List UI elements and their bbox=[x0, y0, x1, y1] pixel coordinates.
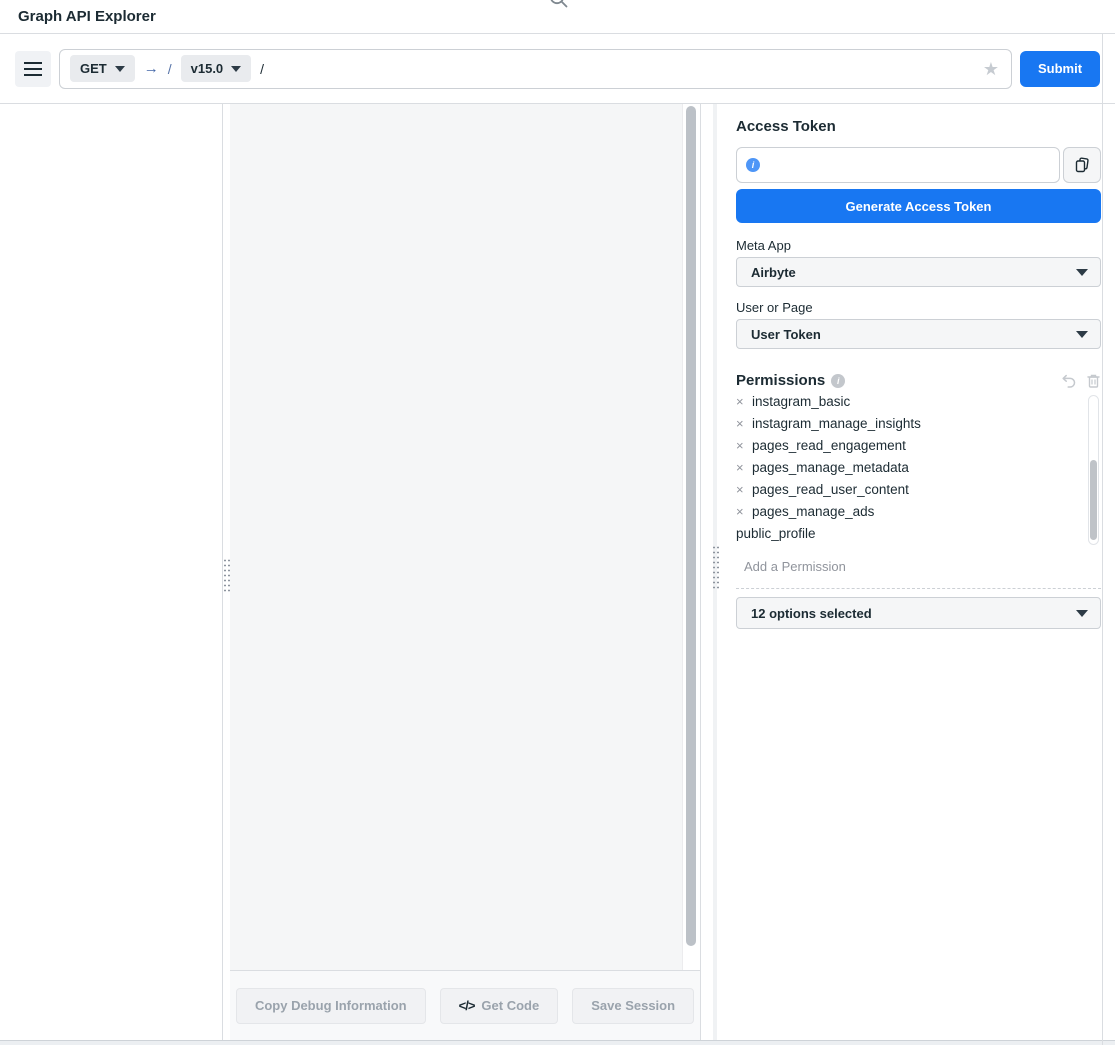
fields-panel bbox=[0, 104, 223, 1040]
copy-debug-label: Copy Debug Information bbox=[255, 998, 407, 1013]
copy-debug-button[interactable]: Copy Debug Information bbox=[236, 988, 426, 1024]
hamburger-icon bbox=[24, 62, 42, 64]
permission-item: × instagram_basic bbox=[736, 395, 1101, 413]
drag-handle-icon[interactable] bbox=[712, 545, 719, 591]
permission-item: × pages_manage_metadata bbox=[736, 457, 1101, 479]
response-scrollbar[interactable] bbox=[682, 104, 700, 970]
user-or-page-value: User Token bbox=[751, 327, 1076, 342]
remove-permission-icon[interactable]: × bbox=[736, 395, 746, 413]
request-path[interactable]: / bbox=[260, 61, 264, 77]
undo-permissions-button[interactable] bbox=[1061, 373, 1077, 389]
left-panel-resizer[interactable] bbox=[223, 104, 230, 1040]
permissions-scrollbar[interactable] bbox=[1088, 395, 1099, 545]
session-footer: Copy Debug Information </> Get Code Save… bbox=[230, 970, 700, 1040]
get-code-button[interactable]: </> Get Code bbox=[440, 988, 559, 1024]
request-bar[interactable]: GET → / v15.0 / ★ bbox=[59, 49, 1012, 89]
favorite-star-icon[interactable]: ★ bbox=[981, 60, 1001, 78]
right-panel-resizer[interactable] bbox=[701, 104, 731, 1040]
api-version-label: v15.0 bbox=[191, 61, 224, 76]
remove-permission-icon[interactable]: × bbox=[736, 435, 746, 457]
meta-app-select[interactable]: Airbyte bbox=[736, 257, 1101, 287]
save-session-button[interactable]: Save Session bbox=[572, 988, 694, 1024]
info-icon[interactable]: i bbox=[746, 158, 760, 172]
permission-options-select[interactable]: 12 options selected bbox=[736, 597, 1101, 629]
request-toolbar: GET → / v15.0 / ★ Submit bbox=[0, 34, 1115, 104]
response-viewport bbox=[230, 104, 682, 970]
menu-button[interactable] bbox=[15, 51, 51, 87]
permission-label: pages_read_user_content bbox=[752, 482, 909, 497]
page-bottom-strip bbox=[0, 1040, 1115, 1045]
user-or-page-select[interactable]: User Token bbox=[736, 319, 1101, 349]
token-sidebar: Access Token i Generate Access Token M bbox=[731, 104, 1105, 1040]
permission-item: public_profile bbox=[736, 523, 1101, 545]
chevron-down-icon bbox=[115, 66, 125, 72]
chevron-down-icon bbox=[1076, 610, 1088, 617]
chevron-down-icon bbox=[1076, 331, 1088, 338]
path-slash: / bbox=[168, 61, 172, 77]
scrollbar-thumb[interactable] bbox=[1090, 460, 1097, 540]
main-body: Copy Debug Information </> Get Code Save… bbox=[0, 104, 1115, 1040]
meta-app-value: Airbyte bbox=[751, 265, 1076, 280]
permissions-list: × instagram_basic × instagram_manage_insig… bbox=[736, 395, 1101, 545]
code-icon: </> bbox=[459, 998, 475, 1013]
permissions-heading: Permissions bbox=[736, 372, 825, 389]
options-selected-label: 12 options selected bbox=[751, 606, 1076, 621]
remove-permission-icon[interactable]: × bbox=[736, 413, 746, 435]
trash-icon bbox=[1086, 373, 1101, 389]
get-code-label: Get Code bbox=[481, 998, 539, 1013]
http-method-label: GET bbox=[80, 61, 107, 76]
api-version-dropdown[interactable]: v15.0 bbox=[181, 55, 252, 82]
permission-item: × instagram_manage_insights bbox=[736, 413, 1101, 435]
submit-button[interactable]: Submit bbox=[1020, 51, 1100, 87]
access-token-heading: Access Token bbox=[736, 118, 1101, 135]
permission-label: instagram_manage_insights bbox=[752, 416, 921, 431]
permission-item: × pages_read_engagement bbox=[736, 435, 1101, 457]
permission-label: instagram_basic bbox=[752, 395, 850, 409]
undo-icon bbox=[1061, 373, 1077, 389]
page-scroll-gutter[interactable] bbox=[1105, 104, 1115, 1040]
scrollbar-thumb[interactable] bbox=[686, 106, 696, 946]
save-session-label: Save Session bbox=[591, 998, 675, 1013]
clear-permissions-button[interactable] bbox=[1086, 373, 1101, 389]
remove-permission-icon[interactable]: × bbox=[736, 457, 746, 479]
meta-app-label: Meta App bbox=[736, 238, 1101, 253]
permission-item: × pages_manage_ads bbox=[736, 501, 1101, 523]
permission-item: × pages_read_user_content bbox=[736, 479, 1101, 501]
access-token-field: i bbox=[736, 147, 1060, 183]
arrow-icon: → bbox=[144, 60, 159, 77]
access-token-input[interactable] bbox=[737, 148, 1059, 182]
copy-token-button[interactable] bbox=[1063, 147, 1101, 183]
info-icon[interactable]: i bbox=[831, 374, 845, 388]
drag-handle-icon[interactable] bbox=[223, 558, 230, 592]
remove-permission-icon[interactable]: × bbox=[736, 501, 746, 523]
response-panel: Copy Debug Information </> Get Code Save… bbox=[230, 104, 701, 1040]
search-icon[interactable] bbox=[548, 0, 570, 10]
permission-label: pages_manage_metadata bbox=[752, 460, 909, 475]
chevron-down-icon bbox=[231, 66, 241, 72]
permission-label: pages_read_engagement bbox=[752, 438, 906, 453]
add-permission-input[interactable] bbox=[744, 559, 1101, 574]
http-method-dropdown[interactable]: GET bbox=[70, 55, 135, 82]
copy-icon bbox=[1073, 156, 1091, 174]
app-header: Graph API Explorer bbox=[0, 0, 1115, 34]
graph-api-explorer-app: Graph API Explorer GET → / v15.0 / ★ bbox=[0, 0, 1115, 1045]
generate-access-token-button[interactable]: Generate Access Token bbox=[736, 189, 1101, 223]
permission-label: pages_manage_ads bbox=[752, 504, 874, 519]
chevron-down-icon bbox=[1076, 269, 1088, 276]
user-or-page-label: User or Page bbox=[736, 300, 1101, 315]
page-title: Graph API Explorer bbox=[18, 8, 156, 25]
remove-permission-icon[interactable]: × bbox=[736, 479, 746, 501]
permission-label: public_profile bbox=[736, 526, 816, 541]
